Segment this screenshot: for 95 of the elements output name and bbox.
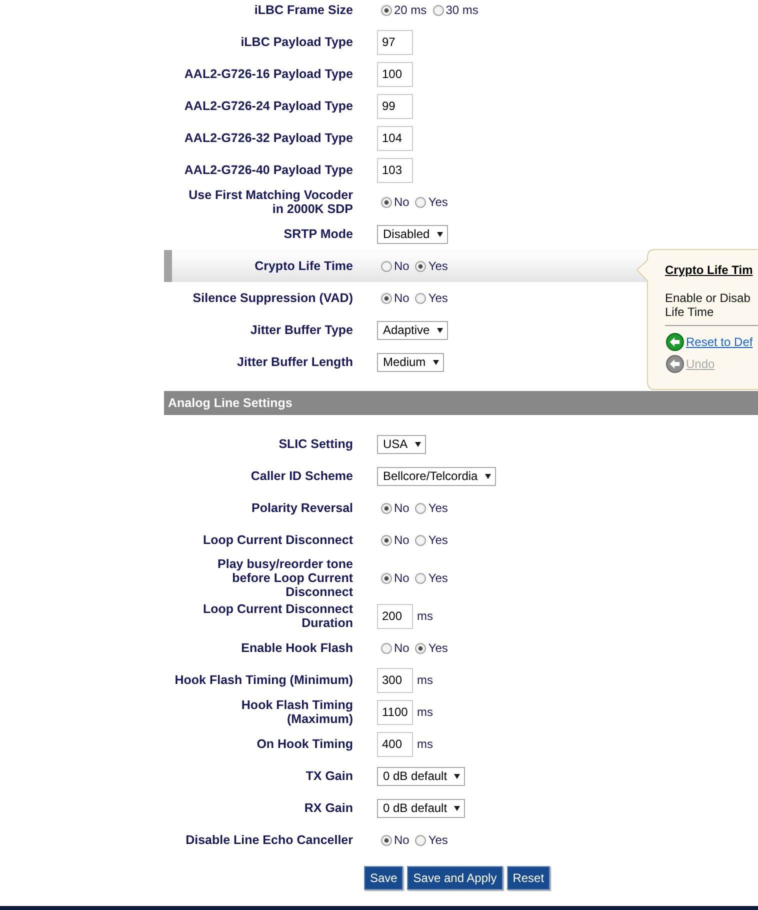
field-label: AAL2-G726-24 Payload Type [183,99,353,113]
dropdown[interactable]: Medium [377,352,444,372]
section-header: Analog Line Settings [164,391,758,415]
unit-label: ms [417,705,433,719]
radio-option[interactable]: No [381,571,410,585]
text-field[interactable]: 1100 [377,700,413,724]
dropdown[interactable]: 0 dB default [377,798,466,818]
radio-icon[interactable] [415,534,426,546]
field-label: Enable Hook Flash [240,641,353,655]
radio-option[interactable]: No [381,533,410,547]
field-label: Jitter Buffer Type [249,323,353,337]
text-field[interactable]: 97 [377,30,413,54]
unit-label: ms [417,609,433,623]
radio-option[interactable]: Yes [415,259,448,273]
radio-option[interactable]: Yes [415,833,448,847]
field-label: Hook Flash Timing (Maximum) [240,698,353,726]
field-label: iLBC Payload Type [240,35,353,49]
radio-icon[interactable] [415,642,426,654]
field-label: Hook Flash Timing (Minimum) [174,673,353,687]
radio-icon[interactable] [415,196,426,208]
dropdown[interactable]: Adaptive [377,320,448,340]
text-field[interactable]: 100 [377,62,413,86]
radio-icon[interactable] [381,572,392,584]
dropdown[interactable]: 0 dB default [377,766,466,786]
field-label: Silence Suppression (VAD) [192,291,353,305]
caret-icon [436,328,443,332]
radio-option[interactable]: Yes [415,195,448,209]
field-label: Caller ID Scheme [250,469,353,483]
field-label: On Hook Timing [256,737,353,751]
field-label: Jitter Buffer Length [236,355,353,369]
text-field[interactable]: 200 [377,604,413,628]
radio-icon[interactable] [415,572,426,584]
field-label: iLBC Frame Size [253,3,353,17]
caret-icon [414,442,421,446]
radio-option[interactable]: Yes [415,571,448,585]
radio-option[interactable]: No [381,291,410,305]
field-label: Use First Matching Vocoder in 2000K SDP [188,188,353,216]
radio-option[interactable]: No [381,259,410,273]
action-button[interactable]: Reset [506,866,550,890]
radio-option[interactable]: No [381,641,410,655]
text-field[interactable]: 99 [377,94,413,118]
radio-option[interactable]: Yes [415,291,448,305]
field-label: Polarity Reversal [250,501,353,515]
caret-icon [454,774,460,778]
caret-icon [454,806,460,810]
radio-option[interactable]: 30 ms [432,3,478,17]
radio-icon[interactable] [381,534,392,546]
radio-option[interactable]: Yes [415,501,448,515]
field-label: SLIC Setting [278,437,353,451]
text-field[interactable]: 400 [377,732,413,756]
radio-option[interactable]: Yes [415,533,448,547]
radio-option[interactable]: No [381,195,410,209]
field-label: AAL2-G726-40 Payload Type [183,163,353,177]
radio-option[interactable]: No [381,501,410,515]
text-field[interactable]: 104 [377,126,413,150]
tooltip-text: Enable or Disab Life Time [665,291,752,319]
radio-icon[interactable] [415,260,426,272]
radio-icon[interactable] [381,834,392,846]
field-label: AAL2-G726-16 Payload Type [183,67,353,81]
caret-icon [432,360,439,364]
field-label: Disable Line Echo Canceller [184,833,353,847]
radio-icon[interactable] [381,196,392,208]
tooltip-title: Crypto Life Tim [665,263,754,277]
caret-icon [484,474,491,478]
unit-label: ms [417,673,433,687]
tooltip-link[interactable]: Reset to Def [666,333,753,351]
field-label: Loop Current Disconnect [202,533,353,547]
field-label: SRTP Mode [282,227,353,241]
dropdown[interactable]: Disabled [377,224,448,244]
radio-icon[interactable] [415,834,426,846]
unit-label: ms [417,737,433,751]
dropdown[interactable]: USA [377,434,426,454]
radio-icon[interactable] [432,4,444,16]
radio-icon[interactable] [381,4,392,16]
radio-icon[interactable] [381,502,392,514]
radio-icon[interactable] [381,642,392,654]
field-label: Loop Current Disconnect Duration [202,602,353,630]
radio-icon[interactable] [415,502,426,514]
radio-option[interactable]: Yes [415,641,448,655]
radio-icon[interactable] [381,260,392,272]
action-button[interactable]: Save and Apply [407,866,503,890]
text-field[interactable]: 103 [377,158,413,182]
text-field[interactable]: 300 [377,668,413,692]
radio-icon[interactable] [381,292,392,304]
radio-option[interactable]: No [381,833,410,847]
caret-icon [436,232,443,236]
field-label: TX Gain [304,769,353,783]
dropdown[interactable]: Bellcore/Telcordia [377,466,496,486]
field-label: Crypto Life Time [254,259,353,273]
radio-option[interactable]: 20 ms [381,3,427,17]
field-label: AAL2-G726-32 Payload Type [183,131,353,145]
field-label: RX Gain [303,801,353,815]
action-button[interactable]: Save [364,866,404,890]
radio-icon[interactable] [415,292,426,304]
field-label: Play busy/reorder tone before Loop Current Disconnect [216,557,353,599]
